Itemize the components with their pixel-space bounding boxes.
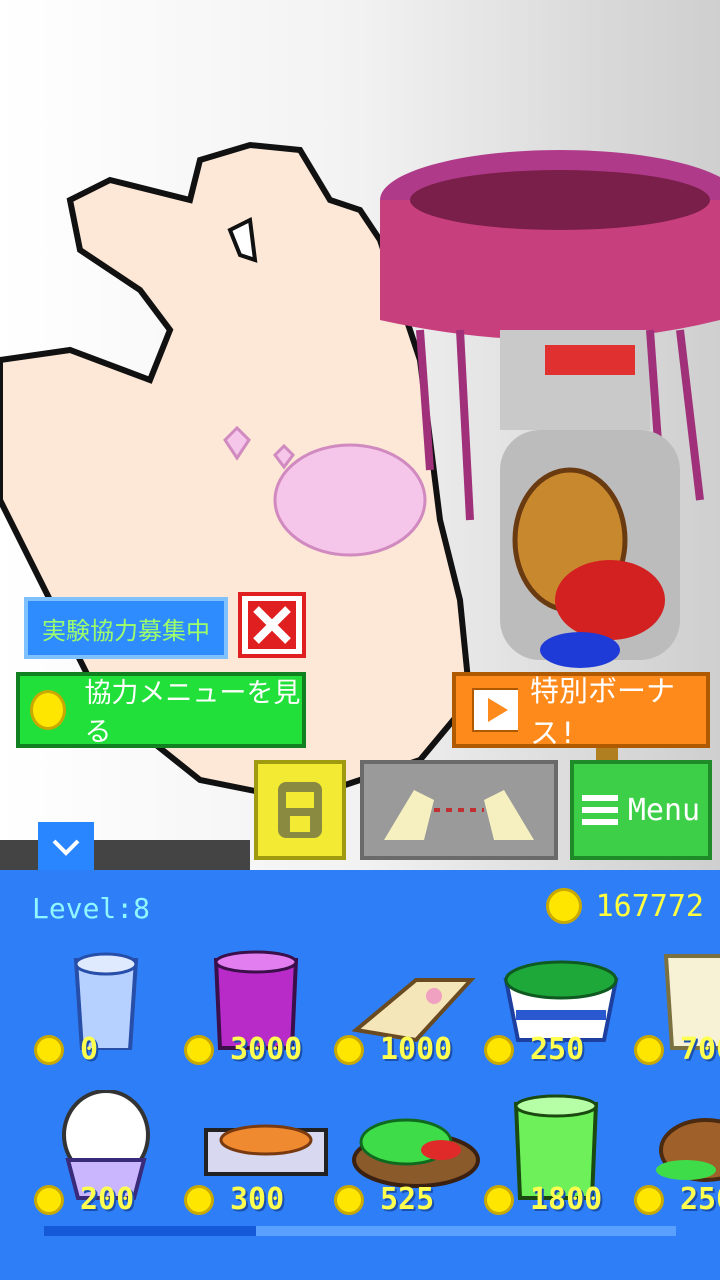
coin-icon bbox=[334, 1034, 364, 1065]
shop-item-seaweed-bowl[interactable]: 250 bbox=[484, 940, 634, 1080]
item-price: 1000 bbox=[380, 1032, 453, 1067]
shop-item-meat-plate[interactable]: 2500 bbox=[634, 1090, 720, 1230]
coin-icon bbox=[34, 1034, 64, 1065]
coin-icon bbox=[30, 690, 67, 730]
item-price: 2500 bbox=[680, 1182, 720, 1217]
coin-icon bbox=[334, 1184, 364, 1215]
shop-item-salad-plate[interactable]: 525 bbox=[334, 1090, 484, 1230]
shop-panel[interactable]: Level:8 167772 0 3000 1000 250 70 200 30… bbox=[0, 870, 720, 1280]
recruit-banner[interactable]: 実験協力募集中 bbox=[24, 597, 228, 659]
coop-menu-label: 協力メニューを見る bbox=[84, 678, 301, 748]
shop-item-milk-glass[interactable]: 700 bbox=[634, 940, 720, 1080]
item-price: 250 bbox=[530, 1032, 585, 1067]
special-bonus-button[interactable]: 特別ボーナス! bbox=[452, 672, 710, 750]
coin-icon bbox=[484, 1034, 514, 1065]
coin-icon bbox=[484, 1184, 514, 1215]
shop-item-water-cup[interactable]: 0 bbox=[34, 940, 184, 1080]
coin-icon bbox=[184, 1034, 214, 1065]
coin-icon bbox=[634, 1034, 664, 1065]
hands-icon bbox=[384, 790, 534, 840]
menu-label: Menu bbox=[627, 792, 701, 828]
lab-button[interactable] bbox=[254, 760, 346, 860]
play-icon bbox=[472, 688, 518, 732]
lab-icon bbox=[278, 782, 322, 838]
level-indicator: Level:8 bbox=[32, 892, 151, 925]
money-amount: 167772 bbox=[595, 888, 704, 924]
coin-icon bbox=[545, 888, 582, 924]
collapse-shop-button[interactable] bbox=[38, 822, 94, 872]
close-button[interactable] bbox=[238, 592, 306, 658]
item-price: 3000 bbox=[230, 1032, 303, 1067]
item-price: 700 bbox=[680, 1032, 720, 1067]
shop-item-purple-beaker[interactable]: 3000 bbox=[184, 940, 334, 1080]
menu-button[interactable]: Menu bbox=[570, 760, 712, 860]
item-price: 0 bbox=[80, 1032, 99, 1067]
special-bonus-label: 特別ボーナス! bbox=[529, 674, 675, 750]
close-icon bbox=[248, 601, 296, 649]
chevron-down-icon bbox=[52, 839, 80, 856]
shop-scroll-thumb[interactable] bbox=[44, 1226, 256, 1236]
shop-item-salmon-plate[interactable]: 300 bbox=[184, 1090, 334, 1230]
shop-item-green-beaker[interactable]: 1800 bbox=[484, 1090, 634, 1230]
item-price: 300 bbox=[230, 1182, 285, 1217]
shop-item-book[interactable]: 1000 bbox=[334, 940, 484, 1080]
coin-icon bbox=[184, 1184, 214, 1215]
shop-item-egg-cup[interactable]: 200 bbox=[34, 1090, 184, 1230]
hamburger-icon bbox=[581, 795, 618, 825]
recruit-banner-label: 実験協力募集中 bbox=[42, 616, 210, 645]
money-display: 167772 bbox=[545, 888, 704, 924]
coin-icon bbox=[34, 1184, 64, 1215]
shop-scrollbar[interactable] bbox=[44, 1226, 676, 1236]
hands-button[interactable] bbox=[360, 760, 558, 860]
coin-icon bbox=[634, 1184, 664, 1215]
item-price: 525 bbox=[380, 1182, 435, 1217]
item-price: 1800 bbox=[530, 1182, 603, 1217]
item-price: 200 bbox=[80, 1182, 135, 1217]
coop-menu-button[interactable]: 協力メニューを見る bbox=[16, 672, 306, 748]
